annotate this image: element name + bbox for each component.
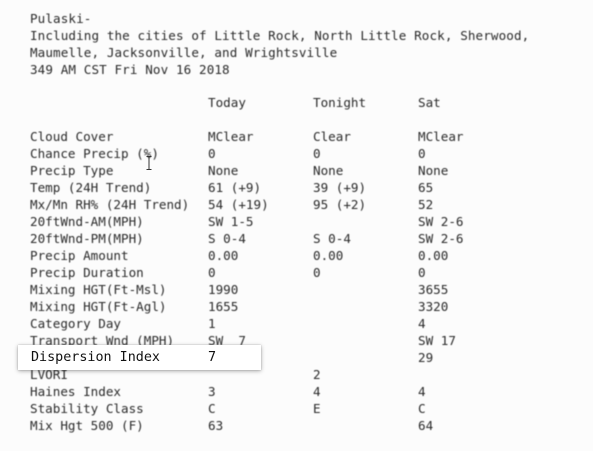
- text-cursor-icon: [146, 156, 152, 170]
- forecast-page: Pulaski- Including the cities of Little …: [0, 0, 593, 451]
- dispersion-index-highlight: Dispersion Index 7: [18, 345, 261, 370]
- row-today-value: 1: [208, 316, 216, 331]
- table-row: 20ftWnd-PM(MPH) S 0-4 S 0-4 SW 2-6: [0, 230, 593, 247]
- row-sat-value: C: [418, 401, 426, 416]
- column-header-today: Today: [208, 95, 246, 110]
- row-today-value: MClear: [208, 129, 254, 144]
- row-label: Precip Type: [30, 163, 114, 178]
- row-today-value: 0.00: [208, 248, 239, 263]
- table-row: Mixing HGT(Ft-Agl) 1655 3320: [0, 298, 593, 315]
- row-label: Precip Duration: [30, 265, 144, 280]
- row-sat-value: 64: [418, 418, 434, 433]
- column-header-sat: Sat: [418, 95, 441, 110]
- row-label: Precip Amount: [30, 248, 129, 263]
- table-row: Mix Hgt 500 (F) 63 64: [0, 417, 593, 434]
- row-sat-value: 52: [418, 197, 434, 212]
- table-row: Stability Class C E C: [0, 400, 593, 417]
- row-today-value: 0: [208, 265, 216, 280]
- row-today-value: S 0-4: [208, 231, 246, 246]
- row-sat-value: None: [418, 163, 449, 178]
- row-tonight-value: 0.00: [313, 248, 344, 263]
- row-today-value: 61 (+9): [208, 180, 262, 195]
- table-row: Chance Precip (%) 0 0 0: [0, 145, 593, 162]
- row-tonight-value: 0: [313, 265, 321, 280]
- row-today-value: 0: [208, 146, 216, 161]
- row-tonight-value: 0: [313, 146, 321, 161]
- row-label: Category Day: [30, 316, 121, 331]
- table-row: Mx/Mn RH% (24H Trend) 54 (+19) 95 (+2) 52: [0, 196, 593, 213]
- row-tonight-value: E: [313, 401, 321, 416]
- row-today-value: C: [208, 401, 216, 416]
- row-sat-value: SW 2-6: [418, 214, 464, 229]
- row-sat-value: 0.00: [418, 248, 449, 263]
- row-today-value: None: [208, 163, 239, 178]
- row-tonight-value: S 0-4: [313, 231, 351, 246]
- row-tonight-value: Clear: [313, 129, 351, 144]
- table-row: Cloud Cover MClear Clear MClear: [0, 128, 593, 145]
- row-label: Cloud Cover: [30, 129, 114, 144]
- row-sat-value: 3655: [418, 282, 449, 297]
- table-row: Precip Amount 0.00 0.00 0.00: [0, 247, 593, 264]
- issued-time: 349 AM CST Fri Nov 16 2018: [30, 62, 230, 77]
- row-tonight-value: 95 (+2): [313, 197, 367, 212]
- table-row: Mixing HGT(Ft-Msl) 1990 3655: [0, 281, 593, 298]
- table-row: Haines Index 3 4 4: [0, 383, 593, 400]
- row-label: 20ftWnd-AM(MPH): [30, 214, 144, 229]
- column-header-tonight: Tonight: [313, 95, 367, 110]
- row-tonight-value: 4: [313, 384, 321, 399]
- highlight-value: 7: [208, 350, 217, 365]
- row-today-value: 54 (+19): [208, 197, 269, 212]
- row-sat-value: 4: [418, 316, 426, 331]
- table-row: Category Day 1 4: [0, 315, 593, 332]
- highlight-label: Dispersion Index: [31, 350, 160, 365]
- row-sat-value: 0: [418, 146, 426, 161]
- row-label: Chance Precip (%): [30, 146, 159, 161]
- row-label: Mixing HGT(Ft-Agl): [30, 299, 167, 314]
- row-today-value: 63: [208, 418, 224, 433]
- row-sat-value: 3320: [418, 299, 449, 314]
- cities-line-2: Maumelle, Jacksonville, and Wrightsville: [30, 45, 338, 60]
- row-tonight-value: 2: [313, 367, 321, 382]
- location-line: Pulaski-: [30, 11, 92, 26]
- row-sat-value: SW 17: [418, 333, 456, 348]
- row-today-value: 1990: [208, 282, 239, 297]
- row-sat-value: 29: [418, 350, 434, 365]
- table-row: 20ftWnd-AM(MPH) SW 1-5 SW 2-6: [0, 213, 593, 230]
- column-header-row: Today Tonight Sat: [0, 94, 593, 111]
- row-label: Temp (24H Trend): [30, 180, 152, 195]
- row-today-value: SW 1-5: [208, 214, 254, 229]
- row-sat-value: 0: [418, 265, 426, 280]
- row-sat-value: 65: [418, 180, 434, 195]
- row-tonight-value: 39 (+9): [313, 180, 367, 195]
- row-label: Mx/Mn RH% (24H Trend): [30, 197, 190, 212]
- table-row: Precip Duration 0 0 0: [0, 264, 593, 281]
- row-label: 20ftWnd-PM(MPH): [30, 231, 144, 246]
- row-sat-value: SW 2-6: [418, 231, 464, 246]
- row-today-value: 3: [208, 384, 216, 399]
- table-row: Temp (24H Trend) 61 (+9) 39 (+9) 65: [0, 179, 593, 196]
- row-tonight-value: None: [313, 163, 344, 178]
- row-today-value: 1655: [208, 299, 239, 314]
- row-sat-value: 4: [418, 384, 426, 399]
- cities-line-1: Including the cities of Little Rock, Nor…: [30, 28, 530, 43]
- row-sat-value: MClear: [418, 129, 464, 144]
- table-row: Precip Type None None None: [0, 162, 593, 179]
- row-label: Mixing HGT(Ft-Msl): [30, 282, 167, 297]
